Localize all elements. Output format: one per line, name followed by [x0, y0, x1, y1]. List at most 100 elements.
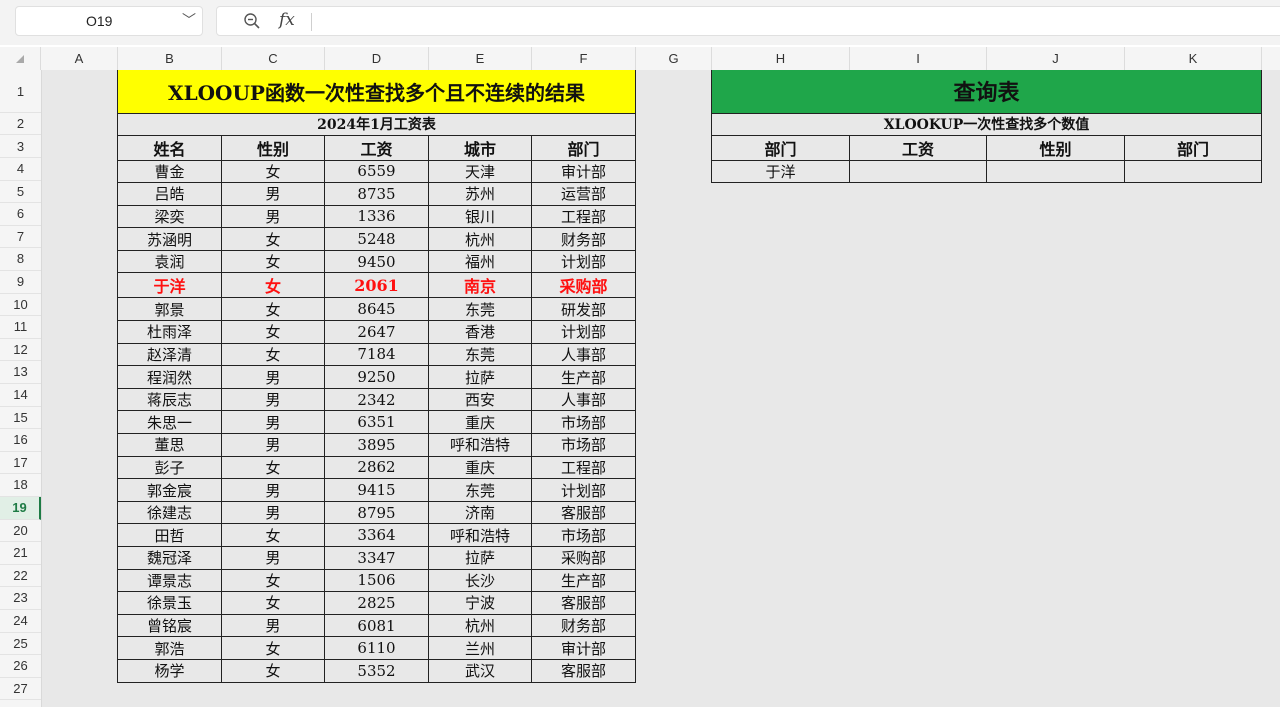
- row-header-9[interactable]: 9: [0, 271, 41, 294]
- cell-gender[interactable]: 女: [221, 455, 325, 480]
- row-header-1[interactable]: 1: [0, 70, 41, 113]
- row-header-21[interactable]: 21: [0, 542, 41, 565]
- cell-salary[interactable]: 7184: [324, 342, 429, 367]
- cell-department[interactable]: 计划部: [531, 478, 636, 502]
- name-box[interactable]: O19 ﹀: [15, 6, 203, 36]
- cell-gender[interactable]: 女: [221, 272, 325, 299]
- cell-name[interactable]: 杨学: [117, 658, 222, 683]
- cell-salary[interactable]: 6110: [324, 636, 429, 660]
- column-header-c[interactable]: C: [222, 47, 325, 70]
- cell-city[interactable]: 拉萨: [428, 546, 532, 570]
- cell-city[interactable]: 宁波: [428, 591, 532, 615]
- cell-gender[interactable]: 男: [221, 478, 325, 502]
- cell-gender[interactable]: 男: [221, 387, 325, 412]
- cell-city[interactable]: 东莞: [428, 478, 532, 502]
- cell-salary[interactable]: 2647: [324, 320, 429, 344]
- cell-department[interactable]: 客服部: [531, 500, 636, 525]
- cell-city[interactable]: 长沙: [428, 568, 532, 593]
- cell-department[interactable]: 计划部: [531, 249, 636, 274]
- cell-gender[interactable]: 男: [221, 204, 325, 229]
- header-city[interactable]: 城市: [428, 134, 532, 161]
- row-header-7[interactable]: 7: [0, 226, 41, 249]
- cell-name[interactable]: 魏冠泽: [117, 546, 222, 570]
- cell-city[interactable]: 西安: [428, 387, 532, 412]
- cell-name[interactable]: 程润然: [117, 365, 222, 389]
- cell-salary[interactable]: 8795: [324, 500, 429, 525]
- cell-department[interactable]: 工程部: [531, 204, 636, 229]
- lookup-table-subtitle[interactable]: XLOOKUP一次性查找多个数值: [711, 112, 1262, 136]
- row-header-24[interactable]: 24: [0, 610, 41, 633]
- cell-gender[interactable]: 女: [221, 297, 325, 322]
- cell-name[interactable]: 郭浩: [117, 636, 222, 660]
- row-header-2[interactable]: 2: [0, 113, 41, 135]
- cell-name[interactable]: 董思: [117, 433, 222, 457]
- fx-icon[interactable]: fx: [279, 10, 295, 30]
- cell-salary[interactable]: 2825: [324, 591, 429, 615]
- cell-salary[interactable]: 1506: [324, 568, 429, 593]
- lookup-input-cell[interactable]: 于洋: [711, 159, 850, 183]
- cell-gender[interactable]: 男: [221, 613, 325, 638]
- header-gender[interactable]: 性别: [221, 134, 325, 161]
- cell-name[interactable]: 郭景: [117, 297, 222, 322]
- cell-city[interactable]: 天津: [428, 159, 532, 184]
- cell-city[interactable]: 呼和浩特: [428, 433, 532, 457]
- column-header-k[interactable]: K: [1125, 47, 1262, 70]
- cell-department[interactable]: 财务部: [531, 613, 636, 638]
- zoom-icon[interactable]: [243, 12, 261, 30]
- main-table-subtitle[interactable]: 2024年1月工资表: [117, 112, 636, 136]
- formula-input[interactable]: fx: [216, 6, 1280, 36]
- chevron-down-icon[interactable]: ﹀: [182, 10, 196, 30]
- cell-city[interactable]: 拉萨: [428, 365, 532, 389]
- cell-salary[interactable]: 5352: [324, 658, 429, 683]
- row-header-6[interactable]: 6: [0, 203, 41, 226]
- cell-gender[interactable]: 男: [221, 410, 325, 435]
- cell-department[interactable]: 计划部: [531, 320, 636, 344]
- cell-name[interactable]: 彭子: [117, 455, 222, 480]
- cell-salary[interactable]: 5248: [324, 227, 429, 251]
- cell-department[interactable]: 人事部: [531, 342, 636, 367]
- cell-salary[interactable]: 6081: [324, 613, 429, 638]
- cell-gender[interactable]: 女: [221, 227, 325, 251]
- cell-salary[interactable]: 8645: [324, 297, 429, 322]
- cell-salary[interactable]: 9250: [324, 365, 429, 389]
- cell-city[interactable]: 杭州: [428, 613, 532, 638]
- lookup-header-salary[interactable]: 工资: [849, 134, 987, 161]
- cell-name[interactable]: 蒋辰志: [117, 387, 222, 412]
- cell-name[interactable]: 杜雨泽: [117, 320, 222, 344]
- cell-department[interactable]: 市场部: [531, 523, 636, 547]
- cell-name[interactable]: 郭金宸: [117, 478, 222, 502]
- header-salary[interactable]: 工资: [324, 134, 429, 161]
- header-name[interactable]: 姓名: [117, 134, 222, 161]
- row-header-25[interactable]: 25: [0, 633, 41, 656]
- row-header-22[interactable]: 22: [0, 565, 41, 588]
- cell-name[interactable]: 赵泽清: [117, 342, 222, 367]
- lookup-table-title[interactable]: 查询表: [711, 70, 1262, 114]
- column-header-e[interactable]: E: [429, 47, 532, 70]
- column-header-d[interactable]: D: [325, 47, 429, 70]
- cell-city[interactable]: 银川: [428, 204, 532, 229]
- cell-name[interactable]: 朱思一: [117, 410, 222, 435]
- cell-gender[interactable]: 女: [221, 159, 325, 184]
- cell-department[interactable]: 工程部: [531, 455, 636, 480]
- cell-salary[interactable]: 9450: [324, 249, 429, 274]
- cell-gender[interactable]: 男: [221, 182, 325, 206]
- row-header-5[interactable]: 5: [0, 181, 41, 204]
- cell-department[interactable]: 采购部: [531, 546, 636, 570]
- cell-salary[interactable]: 9415: [324, 478, 429, 502]
- cell-city[interactable]: 东莞: [428, 297, 532, 322]
- cell-city[interactable]: 苏州: [428, 182, 532, 206]
- row-header-13[interactable]: 13: [0, 361, 41, 384]
- cell-name[interactable]: 徐建志: [117, 500, 222, 525]
- row-header-4[interactable]: 4: [0, 158, 41, 181]
- cell-city[interactable]: 重庆: [428, 410, 532, 435]
- cell-city[interactable]: 杭州: [428, 227, 532, 251]
- cell-name[interactable]: 袁润: [117, 249, 222, 274]
- cell-name[interactable]: 梁奕: [117, 204, 222, 229]
- column-header-g[interactable]: G: [636, 47, 712, 70]
- cell-department[interactable]: 市场部: [531, 433, 636, 457]
- cell-department[interactable]: 人事部: [531, 387, 636, 412]
- row-header-23[interactable]: 23: [0, 587, 41, 610]
- cell-gender[interactable]: 女: [221, 636, 325, 660]
- cell-department[interactable]: 研发部: [531, 297, 636, 322]
- lookup-header-department[interactable]: 部门: [711, 134, 850, 161]
